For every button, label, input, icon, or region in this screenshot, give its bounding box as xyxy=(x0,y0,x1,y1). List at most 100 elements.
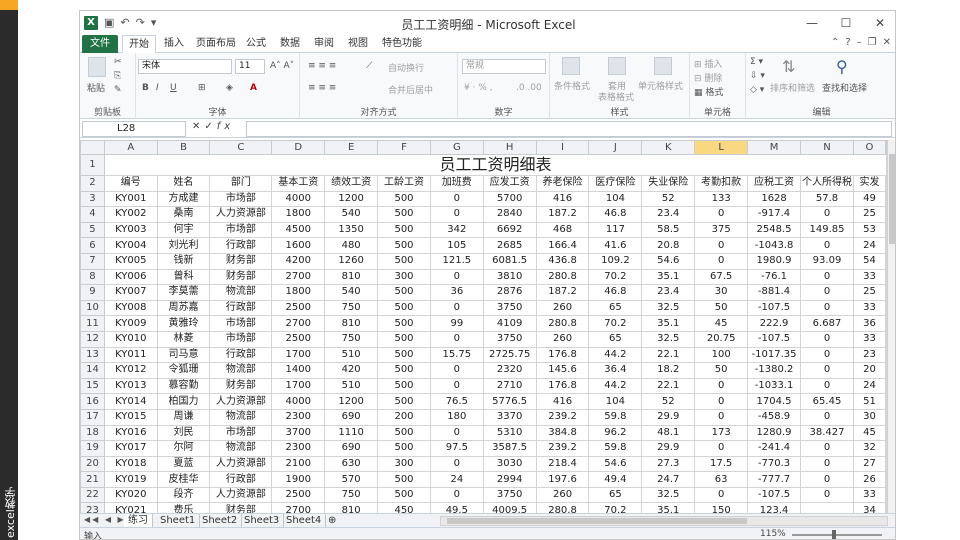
cell[interactable]: 财务部 xyxy=(209,502,273,513)
cell[interactable]: 58.5 xyxy=(641,221,696,239)
decimal-icon[interactable]: .0 .00 xyxy=(516,83,542,93)
cell[interactable]: 53 xyxy=(852,221,887,239)
cell[interactable]: 109.2 xyxy=(588,252,643,270)
paste-button[interactable]: 粘贴 xyxy=(87,81,105,94)
cell[interactable]: 1350 xyxy=(324,221,379,239)
cell[interactable]: 750 xyxy=(324,330,379,348)
cell[interactable]: 46.8 xyxy=(588,284,643,301)
spreadsheet-grid[interactable]: A B C D E F G H I J K L M N O 1 员工工资明细表 2 编号 姓名 部门 基本工资 绩效工资 工龄… xyxy=(80,140,887,513)
cell[interactable]: 500 xyxy=(377,299,431,317)
cell[interactable]: 54.6 xyxy=(641,252,696,270)
cell[interactable]: 500 xyxy=(377,424,431,442)
tab-file[interactable]: 文件 xyxy=(82,35,118,53)
horizontal-scrollbar[interactable] xyxy=(440,516,888,526)
cell[interactable]: 黄雅玲 xyxy=(156,315,211,332)
cell[interactable]: 0 xyxy=(800,284,854,301)
cell[interactable]: 500 xyxy=(377,346,431,364)
zoom-slider-knob[interactable] xyxy=(832,530,836,539)
header-cell[interactable]: 考勤扣款 xyxy=(694,175,749,192)
cell[interactable]: 27.3 xyxy=(641,455,696,473)
tab-insert[interactable]: 插入 xyxy=(158,35,190,53)
column-header[interactable]: B xyxy=(156,140,211,155)
row-header[interactable]: 10 xyxy=(80,299,105,317)
cell[interactable]: 2100 xyxy=(271,455,326,473)
column-header[interactable]: C xyxy=(209,140,273,155)
sort-filter-button[interactable]: 排序和筛选 xyxy=(770,81,815,94)
cell[interactable]: 57.8 xyxy=(800,190,854,208)
cell[interactable]: 65 xyxy=(588,299,643,317)
align-left-icon[interactable]: ≡ ≡ ≡ xyxy=(308,83,336,93)
header-cell[interactable]: 失业保险 xyxy=(641,175,696,192)
cell[interactable]: 财务部 xyxy=(209,377,273,395)
cell[interactable]: 0 xyxy=(429,362,484,379)
cell-styles-icon[interactable] xyxy=(654,57,672,75)
cell[interactable]: 49.4 xyxy=(588,471,643,488)
cell[interactable]: 149.85 xyxy=(800,221,854,239)
cell[interactable]: 费乐 xyxy=(156,502,211,513)
cell[interactable]: 29.9 xyxy=(641,408,696,426)
row-header[interactable]: 1 xyxy=(80,154,105,176)
cell[interactable]: 54.6 xyxy=(588,455,643,473)
cell[interactable]: 38.427 xyxy=(800,424,854,442)
cell[interactable]: 3370 xyxy=(482,408,537,426)
name-box[interactable]: L28 xyxy=(82,121,186,137)
cell[interactable]: 2700 xyxy=(271,315,326,332)
cell[interactable]: 令狐珊 xyxy=(156,362,211,379)
cell[interactable]: 510 xyxy=(324,377,379,395)
cell[interactable]: 570 xyxy=(324,471,379,488)
cell[interactable]: 行政部 xyxy=(209,299,273,317)
cell[interactable]: -107.5 xyxy=(747,330,802,348)
cell[interactable]: 45 xyxy=(852,424,887,442)
cell[interactable]: 夏蓝 xyxy=(156,455,211,473)
cell-styles-button[interactable]: 单元格样式 xyxy=(638,79,683,92)
header-cell[interactable]: 绩效工资 xyxy=(324,175,379,192)
cell[interactable]: 方成建 xyxy=(156,190,211,208)
cell[interactable]: 皮桂华 xyxy=(156,471,211,488)
clear-icon[interactable]: ◇ ▾ xyxy=(750,85,764,95)
cell[interactable]: 70.2 xyxy=(588,315,643,332)
cell[interactable]: 34 xyxy=(852,502,887,513)
cell[interactable]: 810 xyxy=(324,502,379,513)
row-header[interactable]: 7 xyxy=(80,252,105,270)
tab-data[interactable]: 数据 xyxy=(274,35,306,53)
cell[interactable]: 3750 xyxy=(482,299,537,317)
cell[interactable]: 375 xyxy=(694,221,749,239)
cell[interactable]: KY008 xyxy=(103,299,158,317)
cell[interactable]: -917.4 xyxy=(747,206,802,223)
cell[interactable]: 0 xyxy=(694,237,749,254)
cell[interactable]: KY017 xyxy=(103,440,158,457)
cell[interactable]: 20.8 xyxy=(641,237,696,254)
tab-special[interactable]: 特色功能 xyxy=(376,35,428,53)
cell[interactable]: 416 xyxy=(535,393,590,410)
cell[interactable] xyxy=(800,502,854,513)
doc-minimize-icon[interactable]: – xyxy=(857,37,862,48)
bold-icon[interactable]: B xyxy=(142,83,149,93)
cell[interactable]: 23.4 xyxy=(641,284,696,301)
cell[interactable]: 810 xyxy=(324,315,379,332)
header-cell[interactable]: 编号 xyxy=(103,175,158,192)
tab-formulas[interactable]: 公式 xyxy=(240,35,272,53)
fill-icon[interactable]: ⇩ ▾ xyxy=(750,71,765,81)
cell[interactable]: KY016 xyxy=(103,424,158,442)
cell[interactable]: 1260 xyxy=(324,252,379,270)
italic-icon[interactable]: I xyxy=(156,83,159,93)
cell[interactable]: 林菱 xyxy=(156,330,211,348)
font-size-combo[interactable]: 11 xyxy=(235,59,265,74)
cell[interactable]: 97.5 xyxy=(429,440,484,457)
cell[interactable]: 500 xyxy=(377,362,431,379)
cell[interactable]: 54 xyxy=(852,252,887,270)
cell[interactable]: 1400 xyxy=(271,362,326,379)
column-header[interactable]: L xyxy=(694,140,749,155)
cell[interactable]: 2710 xyxy=(482,377,537,395)
cell[interactable]: 柏国力 xyxy=(156,393,211,410)
cell[interactable]: 32.5 xyxy=(641,486,696,504)
row-header[interactable]: 18 xyxy=(80,424,105,442)
cell[interactable]: 4109 xyxy=(482,315,537,332)
cell[interactable]: 财务部 xyxy=(209,268,273,286)
doc-restore-icon[interactable]: ❐ xyxy=(868,37,877,48)
cell[interactable]: 3750 xyxy=(482,486,537,504)
column-header[interactable]: M xyxy=(747,140,802,155)
column-header[interactable]: D xyxy=(271,140,326,155)
cell[interactable]: KY003 xyxy=(103,221,158,239)
cell[interactable]: 2500 xyxy=(271,330,326,348)
